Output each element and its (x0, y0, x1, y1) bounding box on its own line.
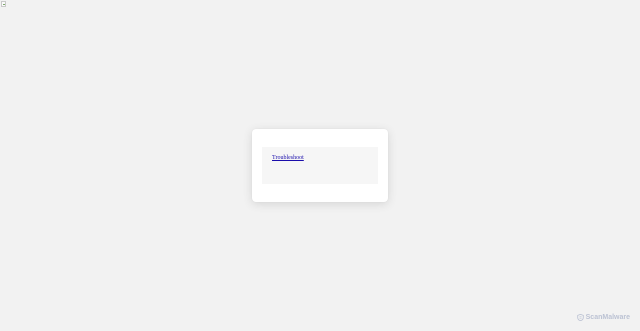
broken-image-icon (1, 1, 6, 7)
watermark: ScanMalware (576, 314, 630, 321)
shield-logo-icon (576, 314, 584, 321)
watermark-text: ScanMalware (585, 314, 630, 321)
troubleshoot-link[interactable]: Troubleshoot (272, 155, 304, 161)
dialog-content-panel: Troubleshoot (262, 147, 378, 184)
dialog: Troubleshoot (252, 129, 388, 202)
page: Troubleshoot ScanMalware (0, 0, 640, 331)
